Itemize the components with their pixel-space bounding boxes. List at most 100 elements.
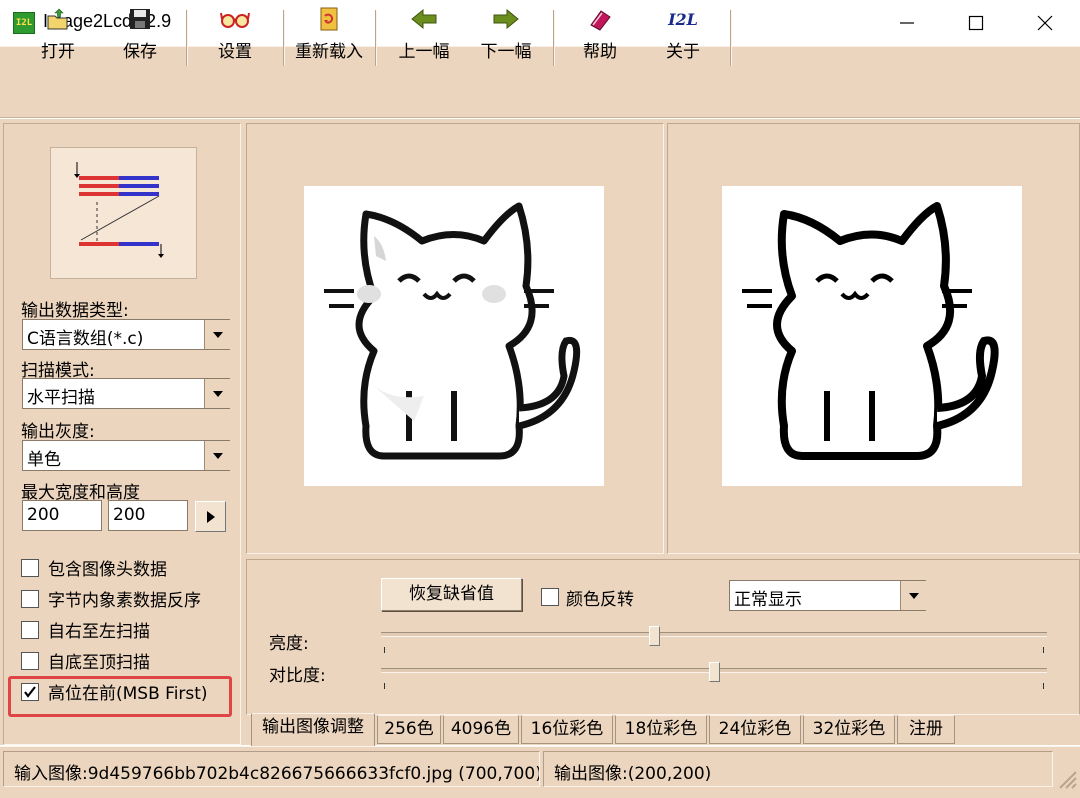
tab-output-adjust[interactable]: 输出图像调整 <box>251 713 375 746</box>
resize-grip[interactable] <box>1056 754 1078 794</box>
contrast-slider-thumb[interactable] <box>708 662 720 682</box>
right-to-left-checkbox[interactable] <box>21 621 39 639</box>
input-image-pane <box>246 123 664 554</box>
output-image-value: (200,200) <box>627 764 712 784</box>
tab-18bit-color[interactable]: 18位彩色 <box>615 715 707 744</box>
include-header-checkbox[interactable] <box>21 559 39 577</box>
next-image-button[interactable]: 下一幅 <box>478 6 534 68</box>
input-image-text: 输入图像:9d459766bb702b4c826675666633fcf0.jp… <box>14 759 540 784</box>
slider-tick <box>384 647 385 653</box>
scan-mode-select[interactable]: 水平扫描 <box>22 378 230 409</box>
display-mode-select[interactable]: 正常显示 <box>729 580 926 611</box>
save-button[interactable]: 保存 <box>115 6 165 68</box>
help-book-icon <box>585 6 615 32</box>
save-label: 保存 <box>123 42 157 62</box>
toolbar-separator <box>375 10 377 66</box>
arrow-left-icon <box>409 6 439 32</box>
play-arrow-icon <box>206 510 215 523</box>
output-image-text: 输出图像:(200,200) <box>554 759 711 784</box>
right-to-left-label: 自右至左扫描 <box>48 622 150 642</box>
settings-button[interactable]: 设置 <box>210 6 260 68</box>
prev-label: 上一幅 <box>398 42 450 62</box>
reload-label: 重新载入 <box>295 42 363 62</box>
arrow-right-icon <box>491 6 521 32</box>
app-icon: I2L <box>13 12 35 34</box>
invert-color-checkbox[interactable] <box>541 588 559 606</box>
bottom-to-top-label: 自底至顶扫描 <box>48 653 150 673</box>
maximize-icon <box>968 15 984 31</box>
apply-size-button[interactable] <box>195 501 226 532</box>
slider-tick <box>1043 647 1044 653</box>
gray-level-value: 单色 <box>27 450 61 470</box>
input-image <box>304 186 604 486</box>
glasses-icon <box>220 6 250 32</box>
cat-illustration-color <box>324 202 581 460</box>
tab-32bit-color[interactable]: 32位彩色 <box>803 715 895 744</box>
cat-illustration-mono <box>742 202 999 460</box>
reload-button[interactable]: 重新载入 <box>292 6 366 68</box>
scan-direction-icon <box>74 162 164 258</box>
output-image <box>722 186 1022 486</box>
gray-level-select[interactable]: 单色 <box>22 440 230 471</box>
output-type-label: 输出数据类型: <box>21 301 129 321</box>
settings-label: 设置 <box>218 42 252 62</box>
max-height-value: 200 <box>113 505 146 525</box>
slider-tick <box>384 683 385 689</box>
output-type-value: C语言数组(*.c) <box>27 329 144 349</box>
display-mode-value: 正常显示 <box>734 590 802 610</box>
invert-color-label: 颜色反转 <box>566 590 634 610</box>
help-button[interactable]: 帮助 <box>575 6 625 68</box>
open-folder-icon <box>43 6 73 32</box>
adjust-panel <box>246 559 1080 715</box>
brightness-slider-thumb[interactable] <box>648 626 660 646</box>
output-image-status: 输出图像:(200,200) <box>543 751 1053 787</box>
minimize-button[interactable] <box>872 0 942 46</box>
restore-defaults-button[interactable]: 恢复缺省值 <box>381 578 522 611</box>
help-label: 帮助 <box>583 42 617 62</box>
toolbar-separator <box>730 10 732 66</box>
maximize-button[interactable] <box>941 0 1011 46</box>
include-header-label: 包含图像头数据 <box>48 560 167 580</box>
minimize-icon <box>900 22 914 24</box>
tab-register[interactable]: 注册 <box>897 715 955 744</box>
brightness-slider-track[interactable] <box>381 632 1047 637</box>
input-image-value: 9d459766bb702b4c826675666633fcf0.jpg (70… <box>87 764 540 784</box>
dropdown-arrow-icon[interactable] <box>204 441 230 470</box>
about-button[interactable]: I2L 关于 <box>658 6 708 68</box>
slider-tick <box>1043 683 1044 689</box>
toolbar-separator <box>553 10 555 66</box>
highlight-box <box>8 676 232 717</box>
input-image-label: 输入图像: <box>14 764 88 784</box>
brightness-label: 亮度: <box>269 634 309 654</box>
floppy-disk-icon <box>125 6 155 32</box>
open-label: 打开 <box>41 42 75 62</box>
about-label: 关于 <box>666 42 700 62</box>
open-button[interactable]: 打开 <box>33 6 83 68</box>
tab-16bit-color[interactable]: 16位彩色 <box>521 715 613 744</box>
max-width-input[interactable]: 200 <box>22 500 102 531</box>
toolbar-separator <box>186 10 188 66</box>
reverse-pixel-checkbox[interactable] <box>21 590 39 608</box>
scan-mode-preview <box>50 147 197 279</box>
tab-24bit-color[interactable]: 24位彩色 <box>709 715 801 744</box>
close-icon <box>1037 15 1053 31</box>
dropdown-arrow-icon[interactable] <box>900 581 926 610</box>
tab-256-color[interactable]: 256色 <box>377 715 441 744</box>
gray-level-label: 输出灰度: <box>21 422 95 442</box>
max-height-input[interactable]: 200 <box>108 500 188 531</box>
output-image-pane <box>667 123 1080 554</box>
scan-mode-value: 水平扫描 <box>27 388 95 408</box>
reverse-pixel-label: 字节内象素数据反序 <box>48 591 201 611</box>
dropdown-arrow-icon[interactable] <box>204 379 230 408</box>
tab-4096-color[interactable]: 4096色 <box>443 715 519 744</box>
bottom-to-top-checkbox[interactable] <box>21 652 39 670</box>
output-type-select[interactable]: C语言数组(*.c) <box>22 319 230 350</box>
max-width-value: 200 <box>27 505 60 525</box>
resize-grip-icon <box>1059 771 1077 789</box>
dropdown-arrow-icon[interactable] <box>204 320 230 349</box>
prev-image-button[interactable]: 上一幅 <box>396 6 452 68</box>
next-label: 下一幅 <box>480 42 532 62</box>
output-image-label: 输出图像: <box>554 764 628 784</box>
input-image-status: 输入图像:9d459766bb702b4c826675666633fcf0.jp… <box>3 751 540 787</box>
close-button[interactable] <box>1010 0 1080 46</box>
